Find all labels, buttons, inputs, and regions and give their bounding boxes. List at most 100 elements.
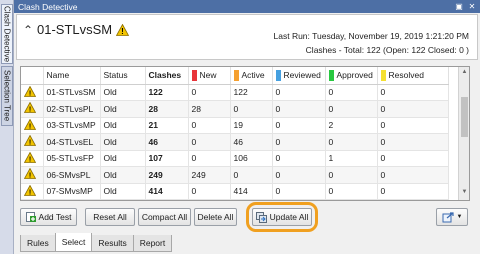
cell-name: 08-SMvsEL xyxy=(43,199,101,200)
scroll-down-icon[interactable]: ▼ xyxy=(460,189,469,198)
add-test-button[interactable]: Add Test xyxy=(20,208,77,226)
cell-clashes xyxy=(145,199,189,200)
col-resolved[interactable]: Resolved xyxy=(377,67,449,85)
svg-text:!: ! xyxy=(29,189,31,196)
cell-approved: 0 xyxy=(325,183,378,200)
collapse-chevron-icon[interactable]: ⌃ xyxy=(23,23,33,37)
cell-status: Old xyxy=(100,84,146,101)
cell-reviewed: 0 xyxy=(272,84,326,101)
cell-active: 19 xyxy=(230,117,273,134)
col-reviewed[interactable]: Reviewed xyxy=(272,67,326,85)
cell-active: 122 xyxy=(230,84,273,101)
add-test-icon xyxy=(25,212,36,222)
cell-approved: 0 xyxy=(325,100,378,118)
table-row[interactable]: ! 01-STLvsSM Old 122 0 122 0 0 0 xyxy=(21,84,449,101)
col-new[interactable]: New xyxy=(188,67,231,85)
export-dropdown-button[interactable]: ▼ xyxy=(436,208,468,226)
close-icon[interactable]: ✕ xyxy=(467,1,477,11)
clash-counts: Clashes - Total: 122 (Open: 122 Closed: … xyxy=(305,45,469,55)
cell-name: 05-STLvsFP xyxy=(43,150,101,167)
cell-status: Old xyxy=(100,150,146,167)
dock-icon[interactable]: ▣ xyxy=(454,1,464,11)
col-approved[interactable]: Approved xyxy=(325,67,378,85)
svg-text:!: ! xyxy=(29,173,31,180)
cell-approved: 0 xyxy=(325,166,378,184)
cell-clashes: 249 xyxy=(145,166,189,184)
cell-clashes: 46 xyxy=(145,133,189,151)
cell-reviewed xyxy=(272,199,326,200)
chevron-down-icon: ▼ xyxy=(456,214,463,220)
col-active[interactable]: Active xyxy=(230,67,273,85)
svg-text:!: ! xyxy=(29,90,31,97)
table-row[interactable]: ! 03-STLvsMP Old 21 0 19 0 2 0 xyxy=(21,117,449,134)
cell-reviewed: 0 xyxy=(272,117,326,134)
col-name[interactable]: Name xyxy=(43,67,101,85)
cell-active: 0 xyxy=(230,166,273,184)
col-clashes[interactable]: Clashes xyxy=(145,67,189,85)
cell-new: 249 xyxy=(188,166,231,184)
last-run: Last Run: Tuesday, November 19, 2019 1:2… xyxy=(273,31,469,41)
table-row[interactable]: ! 07-SMvsMP Old 414 0 414 0 0 0 xyxy=(21,183,449,200)
scroll-thumb[interactable] xyxy=(461,97,468,137)
table-row[interactable]: ! 05-STLvsFP Old 107 0 106 0 1 0 xyxy=(21,150,449,167)
table-row[interactable]: ! 04-STLvsEL Old 46 0 46 0 0 0 xyxy=(21,133,449,151)
svg-text:!: ! xyxy=(29,123,31,130)
cell-resolved: 0 xyxy=(377,133,449,151)
approved-swatch xyxy=(328,69,334,81)
cell-name: 02-STLvsPL xyxy=(43,100,101,118)
cell-active: 414 xyxy=(230,183,273,200)
cell-new: 0 xyxy=(188,84,231,101)
cell-resolved: 0 xyxy=(377,84,449,101)
table-row[interactable]: !08-SMvsELOld xyxy=(21,199,449,200)
compact-all-button[interactable]: Compact All xyxy=(138,208,191,226)
tab-results[interactable]: Results xyxy=(91,235,134,252)
delete-all-button[interactable]: Delete All xyxy=(194,208,237,226)
tab-select[interactable]: Select xyxy=(54,233,93,252)
update-all-highlight xyxy=(246,202,318,232)
side-tab-clash-detective[interactable]: Clash Detective xyxy=(1,4,13,64)
cell-new: 0 xyxy=(188,150,231,167)
reviewed-swatch xyxy=(275,69,281,81)
table-row[interactable]: ! 02-STLvsPL Old 28 28 0 0 0 0 xyxy=(21,100,449,118)
cell-active: 46 xyxy=(230,133,273,151)
resolved-swatch xyxy=(380,69,386,81)
svg-text:!: ! xyxy=(29,156,31,163)
side-tab-selection-tree[interactable]: Selection Tree xyxy=(1,66,13,126)
tab-report[interactable]: Report xyxy=(132,235,173,252)
clash-tests-grid[interactable]: Name Status Clashes New Active Reviewed … xyxy=(20,66,470,201)
cell-resolved: 0 xyxy=(377,117,449,134)
cell-reviewed: 0 xyxy=(272,133,326,151)
bottom-tab-bar: Rules Select Results Report xyxy=(20,233,173,252)
cell-status: Old xyxy=(100,117,146,134)
cell-resolved: 0 xyxy=(377,183,449,200)
cell-approved xyxy=(325,199,378,200)
scroll-up-icon[interactable]: ▲ xyxy=(460,69,469,78)
cell-name: 04-STLvsEL xyxy=(43,133,101,151)
cell-reviewed: 0 xyxy=(272,183,326,200)
side-tab-strip: Clash Detective Selection Tree xyxy=(0,0,14,254)
cell-approved: 1 xyxy=(325,150,378,167)
cell-clashes: 107 xyxy=(145,150,189,167)
row-warning-icon: ! xyxy=(21,100,44,118)
col-status[interactable]: Status xyxy=(100,67,146,85)
svg-text:!: ! xyxy=(121,27,124,36)
row-warning-icon: ! xyxy=(21,183,44,200)
warning-icon: ! xyxy=(116,23,130,36)
cell-resolved: 0 xyxy=(377,100,449,118)
cell-new xyxy=(188,199,231,200)
reset-all-button[interactable]: Reset All xyxy=(85,208,135,226)
cell-status: Old xyxy=(100,166,146,184)
row-warning-icon: ! xyxy=(21,84,44,101)
table-row[interactable]: ! 06-SMvsPL Old 249 249 0 0 0 0 xyxy=(21,166,449,184)
cell-new: 0 xyxy=(188,183,231,200)
grid-scrollbar[interactable]: ▲ ▼ xyxy=(458,67,469,200)
new-swatch xyxy=(191,69,197,81)
test-title: 01-STLvsSM ! xyxy=(37,22,130,37)
cell-name: 01-STLvsSM xyxy=(43,84,101,101)
cell-clashes: 414 xyxy=(145,183,189,200)
cell-new: 28 xyxy=(188,100,231,118)
cell-name: 03-STLvsMP xyxy=(43,117,101,134)
cell-resolved xyxy=(377,199,449,200)
tab-rules[interactable]: Rules xyxy=(20,235,56,252)
cell-reviewed: 0 xyxy=(272,100,326,118)
